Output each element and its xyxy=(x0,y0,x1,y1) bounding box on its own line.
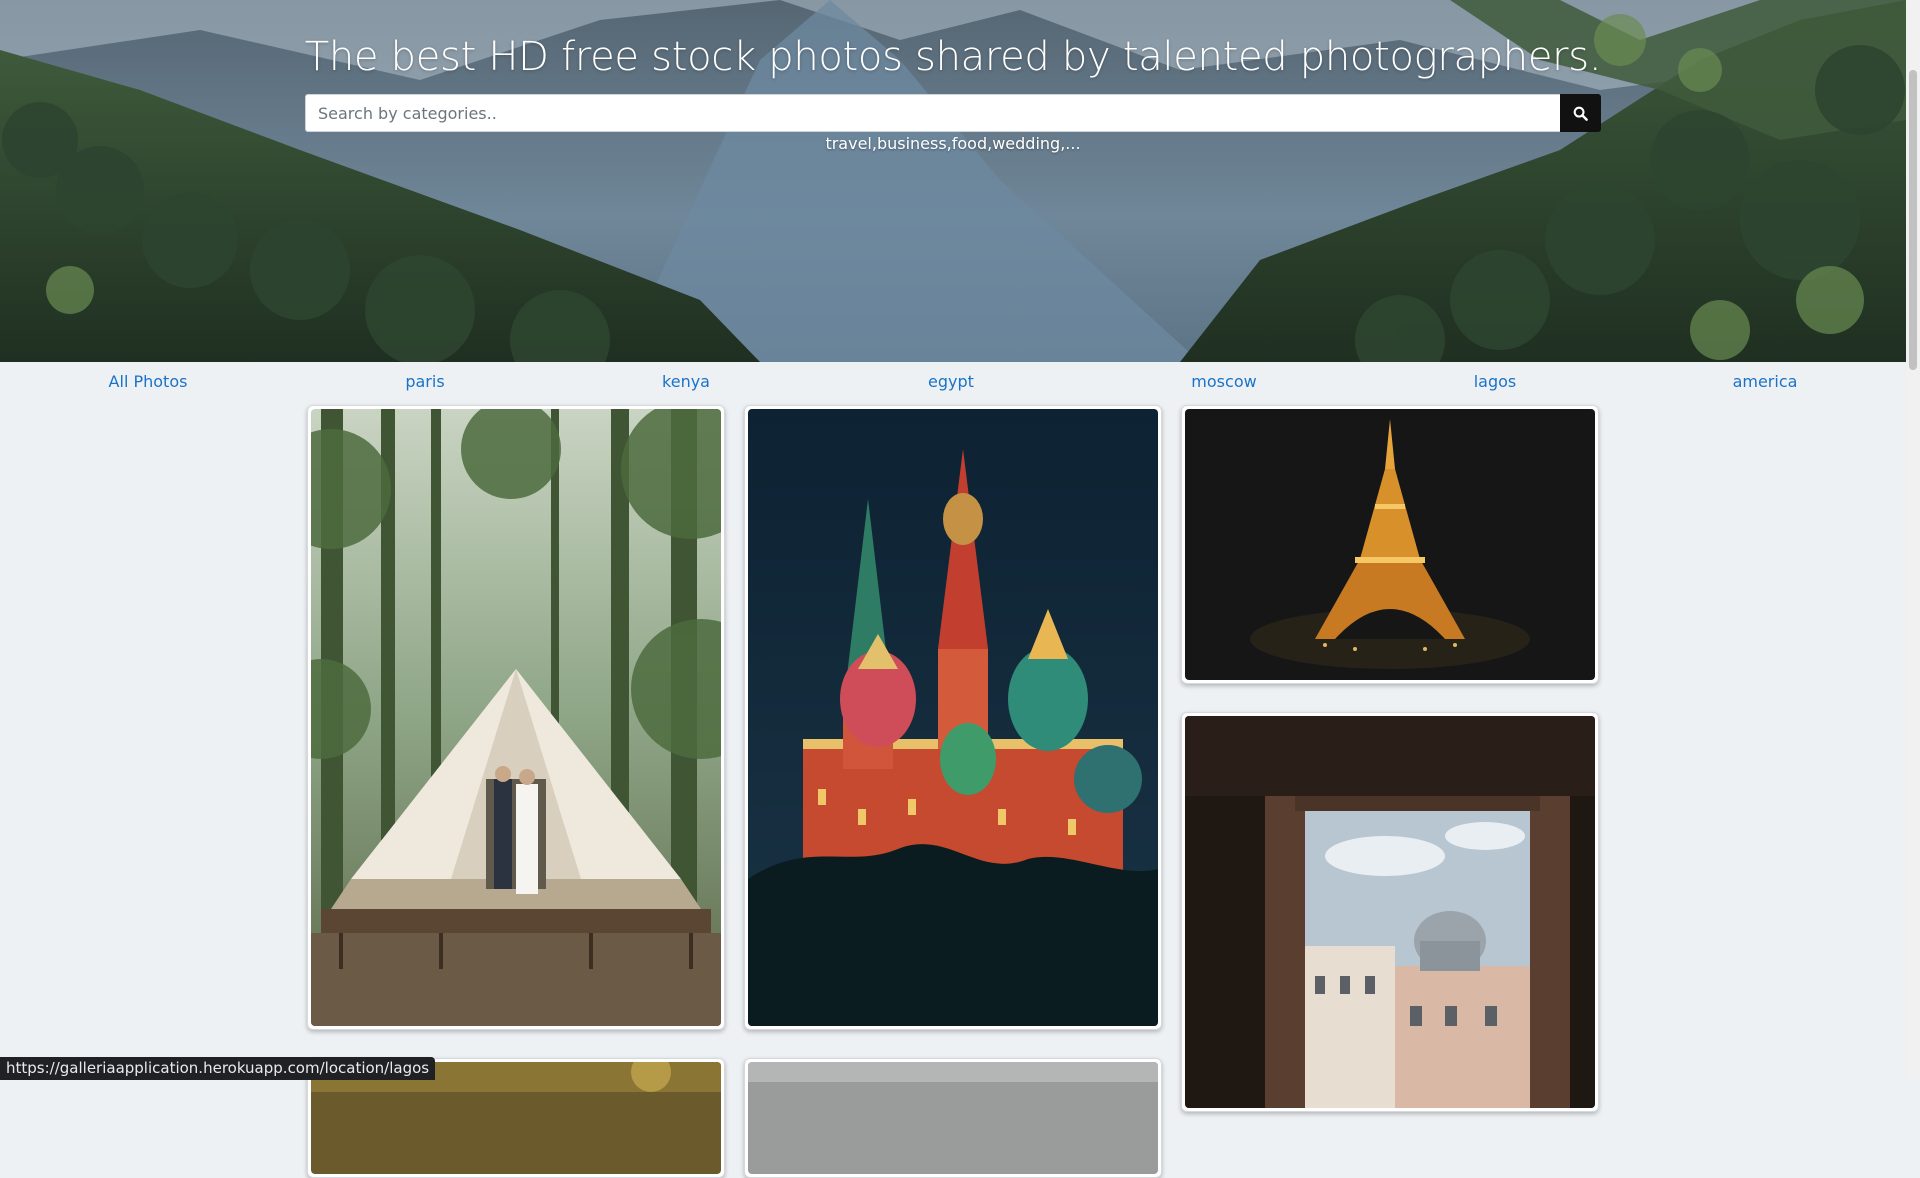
category-link-lagos[interactable]: lagos xyxy=(1474,372,1517,391)
wedding-tent-photo xyxy=(311,409,721,1026)
moscow-cathedral-photo xyxy=(748,409,1158,1026)
category-link-egypt[interactable]: egypt xyxy=(928,372,974,391)
search-icon xyxy=(1573,106,1588,121)
search-hint: travel,business,food,wedding,... xyxy=(825,134,1081,153)
category-link-paris[interactable]: paris xyxy=(405,372,444,391)
photo-card-cloudy[interactable] xyxy=(744,1058,1162,1178)
page-scrollbar[interactable] xyxy=(1906,0,1920,1080)
link-status-bar: https://galleriaapplication.herokuapp.co… xyxy=(0,1057,436,1080)
category-link-all-photos[interactable]: All Photos xyxy=(109,372,188,391)
category-nav: All Photos paris kenya egypt moscow lago… xyxy=(0,362,1906,402)
hero-title: The best HD free stock photos shared by … xyxy=(304,34,1602,80)
search-button[interactable] xyxy=(1560,94,1601,132)
search-form xyxy=(305,94,1601,132)
search-input[interactable] xyxy=(305,94,1560,132)
category-link-america[interactable]: america xyxy=(1733,372,1798,391)
hero-banner: The best HD free stock photos shared by … xyxy=(0,0,1906,362)
scrollbar-thumb[interactable] xyxy=(1909,70,1917,370)
photo-card-moscow-cathedral[interactable] xyxy=(744,405,1162,1030)
photo-card-wedding-tent[interactable] xyxy=(307,405,725,1030)
photo-card-eiffel-tower[interactable] xyxy=(1181,405,1599,684)
photo-card-paris-window[interactable] xyxy=(1181,712,1599,1112)
paris-window-photo xyxy=(1185,716,1595,1108)
category-link-moscow[interactable]: moscow xyxy=(1191,372,1256,391)
eiffel-tower-photo xyxy=(1185,409,1595,680)
cloudy-photo xyxy=(748,1062,1158,1174)
category-link-kenya[interactable]: kenya xyxy=(662,372,710,391)
